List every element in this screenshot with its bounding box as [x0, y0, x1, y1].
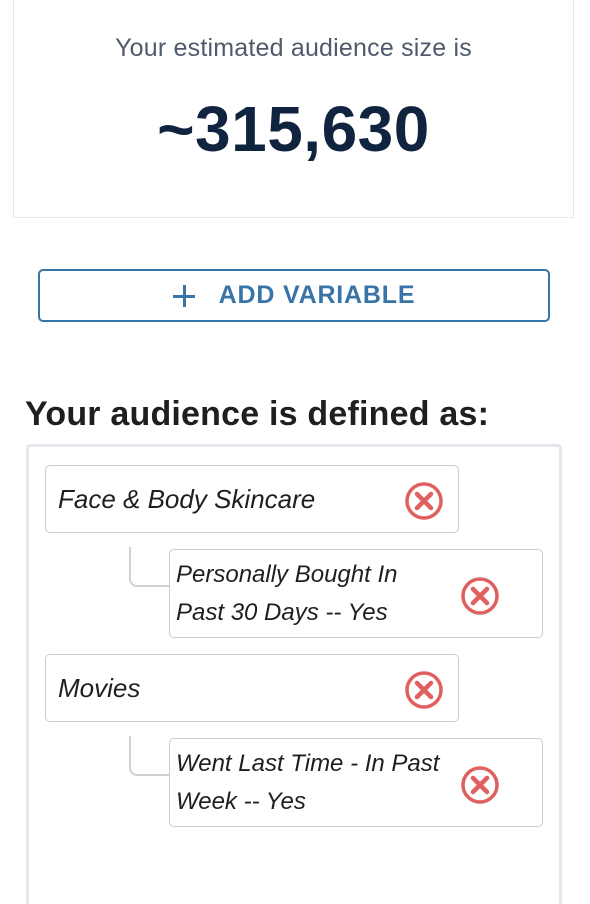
variable-condition-line: Week -- Yes — [176, 788, 306, 815]
plus-icon — [172, 284, 195, 307]
variable-condition-line: Went Last Time - In Past — [176, 750, 440, 777]
variable-condition-chip: Personally Bought In Past 30 Days -- Yes — [169, 549, 543, 638]
add-variable-button[interactable]: ADD VARIABLE — [38, 269, 550, 322]
variable-condition-chip: Went Last Time - In Past Week -- Yes — [169, 738, 543, 827]
remove-icon[interactable] — [404, 481, 444, 521]
variable-chip: Face & Body Skincare — [45, 465, 459, 533]
audience-definition-heading: Your audience is defined as: — [25, 395, 490, 433]
audience-size-value: ~315,630 — [157, 93, 430, 165]
variable-chip: Movies — [45, 654, 459, 722]
audience-definition-box: Face & Body Skincare Personally Bought I… — [26, 444, 562, 904]
variable-name: Movies — [58, 673, 141, 703]
audience-size-card: Your estimated audience size is ~315,630 — [13, 0, 574, 218]
audience-size-label: Your estimated audience size is — [115, 34, 472, 62]
add-variable-label: ADD VARIABLE — [218, 281, 416, 309]
remove-icon[interactable] — [460, 765, 500, 805]
remove-icon[interactable] — [404, 670, 444, 710]
tree-connector — [129, 547, 169, 587]
variable-condition-line: Past 30 Days -- Yes — [176, 599, 388, 626]
remove-icon[interactable] — [460, 576, 500, 616]
variable-condition-line: Personally Bought In — [176, 561, 398, 588]
variable-name: Face & Body Skincare — [58, 484, 316, 514]
tree-connector — [129, 736, 169, 776]
audience-builder-panel: Your estimated audience size is ~315,630… — [0, 0, 590, 904]
